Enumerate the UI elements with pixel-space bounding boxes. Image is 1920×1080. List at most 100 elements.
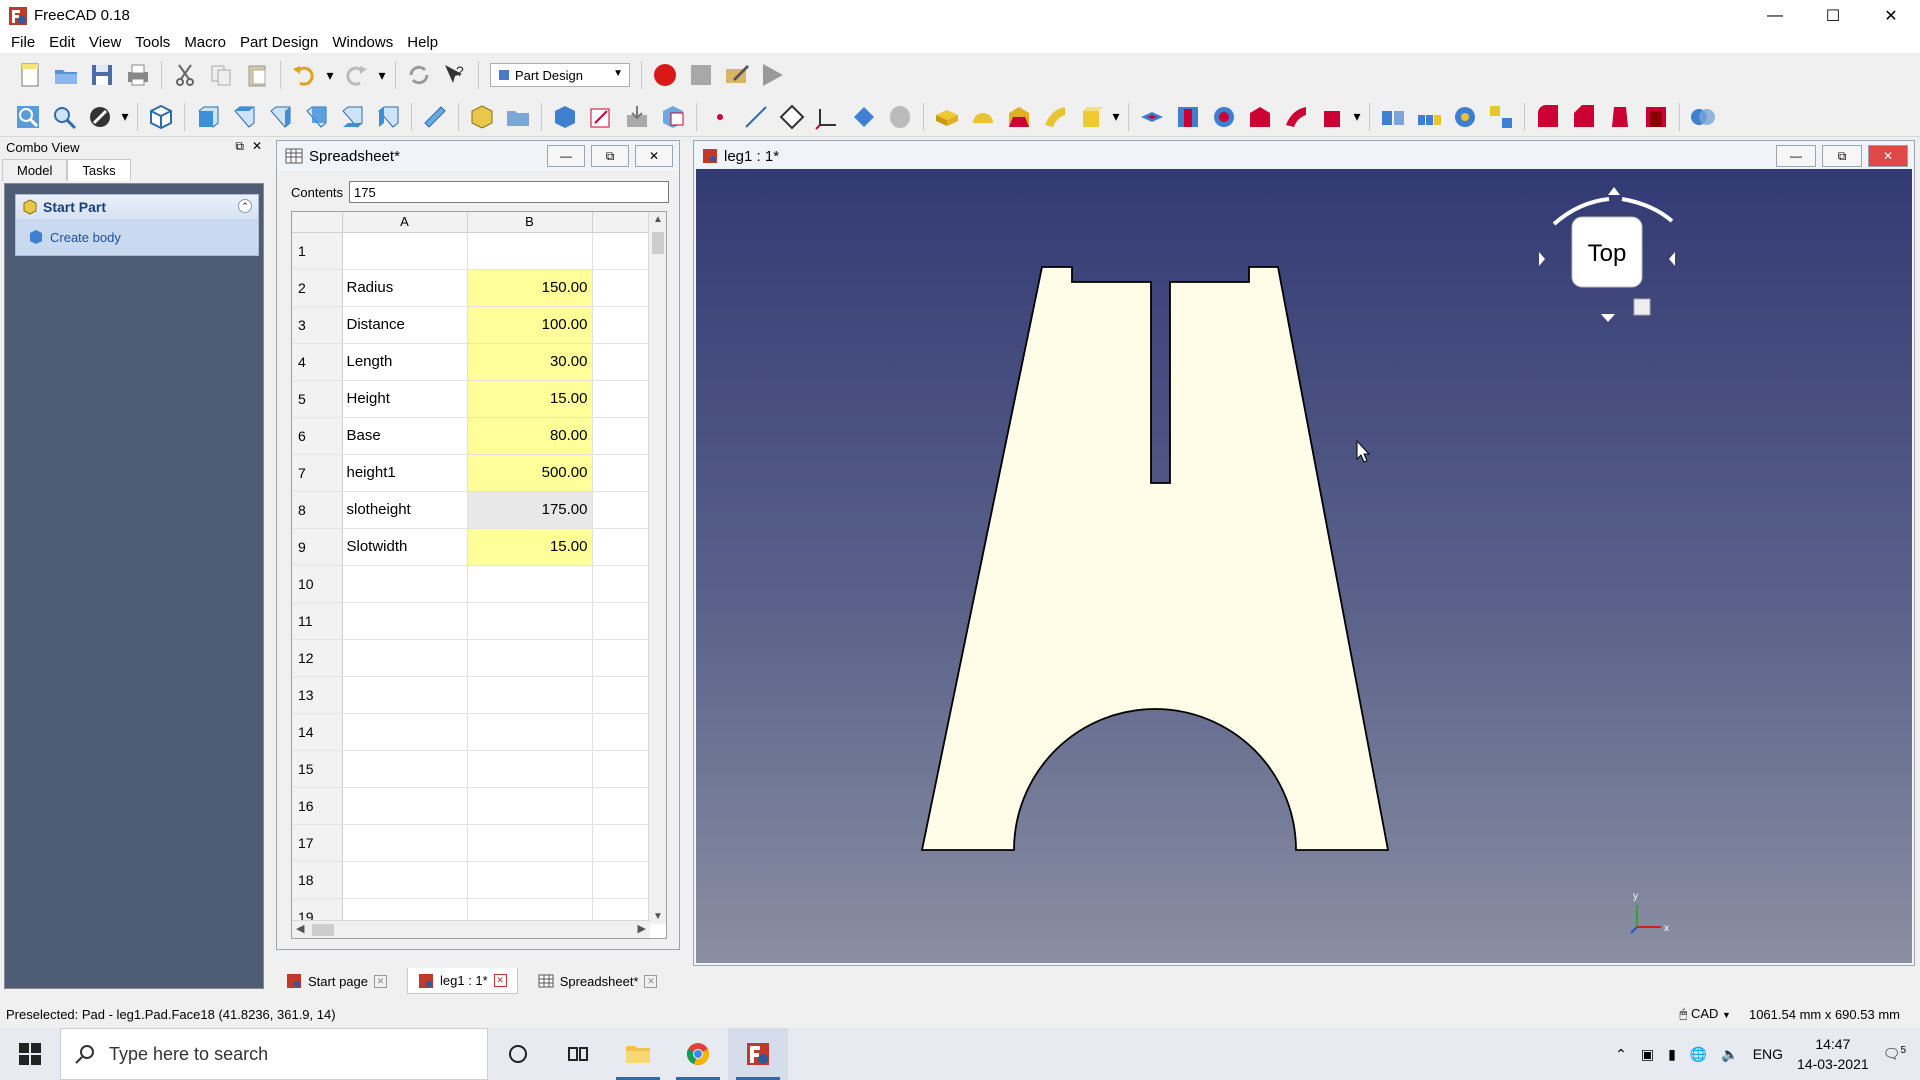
- close-panel-icon[interactable]: ✕: [252, 139, 262, 154]
- cell-a[interactable]: [342, 602, 468, 640]
- draft-icon[interactable]: [1604, 101, 1636, 133]
- cell-b[interactable]: 15.00: [467, 528, 593, 566]
- cell-b[interactable]: 150.00: [467, 269, 593, 307]
- row-header[interactable]: 11: [292, 602, 343, 640]
- view-close-button[interactable]: ✕: [1868, 145, 1908, 167]
- cell-a[interactable]: Base: [342, 417, 468, 455]
- tab-leg1[interactable]: leg1 : 1* ✕: [407, 968, 518, 994]
- cell-c[interactable]: [592, 417, 649, 455]
- boolean-icon[interactable]: [1687, 101, 1719, 133]
- cell-b[interactable]: [467, 787, 593, 825]
- task-view-button[interactable]: [548, 1028, 608, 1080]
- row-header[interactable]: 15: [292, 750, 343, 788]
- thickness-icon[interactable]: [1640, 101, 1672, 133]
- cell-b[interactable]: 15.00: [467, 380, 593, 418]
- row-header[interactable]: 10: [292, 565, 343, 603]
- tab-tasks[interactable]: Tasks: [67, 159, 131, 181]
- cell-a[interactable]: [342, 824, 468, 862]
- cell-b[interactable]: 100.00: [467, 306, 593, 344]
- create-sketch-icon[interactable]: [585, 101, 617, 133]
- row-header[interactable]: 7: [292, 454, 343, 492]
- macro-stop-icon[interactable]: [685, 59, 717, 91]
- taskbar-search[interactable]: Type here to search: [60, 1028, 488, 1080]
- cell-b[interactable]: 500.00: [467, 454, 593, 492]
- cell-b[interactable]: [467, 232, 593, 270]
- cell-a[interactable]: height1: [342, 454, 468, 492]
- tab-spreadsheet[interactable]: Spreadsheet* ✕: [528, 968, 668, 994]
- create-body-link[interactable]: Create body: [16, 219, 258, 255]
- cell-a[interactable]: [342, 565, 468, 603]
- cell-c[interactable]: [592, 861, 649, 899]
- cell-b[interactable]: 30.00: [467, 343, 593, 381]
- save-icon[interactable]: [86, 59, 118, 91]
- cell-b[interactable]: [467, 676, 593, 714]
- linear-pattern-icon[interactable]: [1413, 101, 1445, 133]
- subtractive-primitive-dropdown-icon[interactable]: ▾: [1352, 101, 1362, 133]
- row-header[interactable]: 1: [292, 232, 343, 270]
- cell-c[interactable]: [592, 454, 649, 492]
- navigation-cube[interactable]: Top: [1539, 187, 1675, 322]
- cell-a[interactable]: Height: [342, 380, 468, 418]
- file-explorer-button[interactable]: [608, 1028, 668, 1080]
- row-header[interactable]: 12: [292, 639, 343, 677]
- fit-selection-icon[interactable]: [48, 101, 80, 133]
- row-header[interactable]: 13: [292, 676, 343, 714]
- chrome-button[interactable]: [668, 1028, 728, 1080]
- row-header[interactable]: 16: [292, 787, 343, 825]
- create-body-icon[interactable]: [549, 101, 581, 133]
- shape-binder-icon[interactable]: [848, 101, 880, 133]
- open-file-icon[interactable]: [50, 59, 82, 91]
- additive-primitive-dropdown-icon[interactable]: ▾: [1111, 101, 1121, 133]
- cell-a[interactable]: Radius: [342, 269, 468, 307]
- menu-tools[interactable]: Tools: [128, 34, 177, 51]
- cell-b[interactable]: [467, 602, 593, 640]
- revolution-icon[interactable]: [967, 101, 999, 133]
- datum-plane-icon[interactable]: [776, 101, 808, 133]
- create-part-icon[interactable]: [466, 101, 498, 133]
- cell-c[interactable]: [592, 232, 649, 270]
- cell-a[interactable]: slotheight: [342, 491, 468, 529]
- spreadsheet-restore-button[interactable]: ⧉: [591, 145, 629, 167]
- view-restore-button[interactable]: ⧉: [1822, 145, 1862, 167]
- cell-b[interactable]: [467, 639, 593, 677]
- close-button[interactable]: ✕: [1862, 0, 1920, 31]
- volume-icon[interactable]: 🔈: [1721, 1046, 1738, 1063]
- cell-c[interactable]: [592, 639, 649, 677]
- cell-c[interactable]: [592, 306, 649, 344]
- 3d-viewport[interactable]: Top y x: [696, 169, 1912, 963]
- corner-header[interactable]: [292, 212, 343, 233]
- fit-all-icon[interactable]: [12, 101, 44, 133]
- polar-pattern-icon[interactable]: [1449, 101, 1481, 133]
- cell-c[interactable]: [592, 491, 649, 529]
- measure-distance-icon[interactable]: [419, 101, 451, 133]
- row-header[interactable]: 8: [292, 491, 343, 529]
- menu-view[interactable]: View: [82, 34, 128, 51]
- menu-windows[interactable]: Windows: [325, 34, 400, 51]
- new-file-icon[interactable]: [14, 59, 46, 91]
- macro-edit-icon[interactable]: [721, 59, 753, 91]
- cell-c[interactable]: [592, 565, 649, 603]
- row-header[interactable]: 2: [292, 269, 343, 307]
- clone-icon[interactable]: [884, 101, 916, 133]
- row-header[interactable]: 9: [292, 528, 343, 566]
- menu-macro[interactable]: Macro: [177, 34, 233, 51]
- cell-a[interactable]: [342, 787, 468, 825]
- battery-icon[interactable]: ▮: [1668, 1046, 1676, 1063]
- pocket-icon[interactable]: [1136, 101, 1168, 133]
- row-header[interactable]: 3: [292, 306, 343, 344]
- cell-a[interactable]: Distance: [342, 306, 468, 344]
- datum-line-icon[interactable]: [740, 101, 772, 133]
- start-button[interactable]: [0, 1028, 60, 1080]
- view-rear-icon[interactable]: [300, 101, 332, 133]
- pad-icon[interactable]: [931, 101, 963, 133]
- column-header-c[interactable]: [592, 212, 649, 233]
- cell-a[interactable]: [342, 713, 468, 751]
- cell-c[interactable]: [592, 824, 649, 862]
- cell-c[interactable]: [592, 380, 649, 418]
- copy-icon[interactable]: [205, 59, 237, 91]
- cell-a[interactable]: [342, 861, 468, 899]
- scroll-up-icon[interactable]: ▲: [653, 214, 663, 225]
- language-indicator[interactable]: ENG: [1753, 1046, 1783, 1062]
- view-right-icon[interactable]: [264, 101, 296, 133]
- close-tab-icon[interactable]: ✕: [374, 974, 387, 988]
